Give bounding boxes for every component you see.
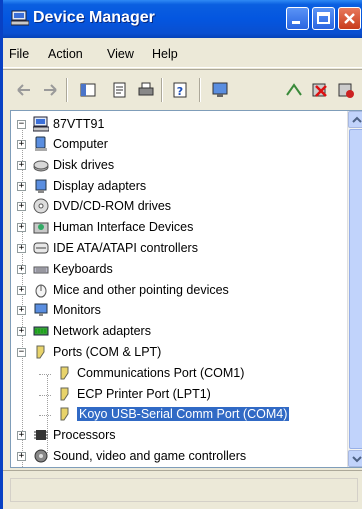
properties-icon[interactable]: [111, 81, 129, 99]
menu-bar: File Action View Help: [3, 38, 362, 68]
toolbar-separator: [66, 78, 68, 102]
sound-icon: [34, 449, 48, 463]
network-adapter-icon: [33, 326, 49, 336]
minimize-icon: [292, 21, 300, 24]
tree-item-label: Disk drives: [53, 157, 115, 172]
disk-drive-icon: [33, 160, 49, 172]
tree-line: [22, 125, 23, 467]
expand-icon[interactable]: +: [17, 431, 26, 441]
device-tree[interactable]: − 87VTT91 + Computer + Disk drives + Display …: [10, 110, 362, 468]
port-icon: [36, 345, 45, 359]
scroll-thumb[interactable]: [349, 129, 362, 449]
expand-icon[interactable]: +: [17, 223, 26, 233]
tree-item-label: Display adapters: [53, 178, 147, 193]
hid-icon: [33, 222, 49, 234]
expand-icon[interactable]: +: [17, 181, 26, 191]
tree-line: [39, 394, 51, 396]
tree-root[interactable]: − 87VTT91: [17, 115, 317, 135]
tree-item-label: Sound, video and game controllers: [53, 449, 247, 463]
uninstall-icon[interactable]: [311, 81, 329, 99]
device-manager-icon: [11, 10, 29, 26]
forward-icon[interactable]: [41, 81, 59, 99]
keyboard-icon: [33, 266, 49, 274]
maximize-button[interactable]: [312, 7, 335, 30]
processor-icon: [34, 430, 48, 441]
collapse-icon[interactable]: −: [17, 120, 26, 129]
monitor-icon: [34, 303, 48, 317]
toolbar-separator: [199, 78, 201, 102]
tree-item-label: Communications Port (COM1): [77, 365, 245, 380]
expand-icon[interactable]: +: [17, 160, 26, 170]
port-icon: [60, 407, 69, 421]
maximize-icon: [317, 12, 330, 24]
expand-icon[interactable]: +: [17, 202, 26, 212]
status-field: [10, 478, 358, 502]
scroll-up-button[interactable]: [348, 111, 362, 128]
tree-item-label: IDE ATA/ATAPI controllers: [53, 241, 198, 255]
tree-item-label: Processors: [53, 428, 116, 443]
back-icon[interactable]: [15, 81, 33, 99]
vertical-scrollbar[interactable]: [347, 111, 362, 467]
menu-action[interactable]: Action: [48, 47, 83, 61]
tree-item-label: DVD/CD-ROM drives: [53, 199, 172, 214]
port-icon: [60, 366, 69, 380]
menu-file[interactable]: File: [9, 47, 29, 61]
toolbar-separator: [161, 78, 163, 102]
port-icon: [60, 387, 69, 401]
close-button[interactable]: [338, 7, 361, 30]
tree-line: [39, 415, 51, 417]
device-manager-window: Device Manager File Action View Help ? −…: [0, 0, 362, 509]
title-bar[interactable]: Device Manager: [3, 0, 362, 38]
tree-item-label: Ports (COM & LPT): [53, 345, 162, 359]
menu-view[interactable]: View: [107, 47, 134, 61]
expand-icon[interactable]: +: [17, 285, 26, 295]
tree-item-label: Koyo USB-Serial Comm Port (COM4): [77, 407, 290, 422]
tree-root-label: 87VTT91: [53, 117, 105, 131]
scan-hardware-icon[interactable]: [211, 81, 229, 99]
computer-icon: [35, 136, 47, 151]
minimize-button[interactable]: [286, 7, 309, 30]
tree-item-label: Computer: [53, 137, 108, 151]
tree-line: [39, 373, 51, 375]
update-driver-icon[interactable]: [285, 81, 303, 99]
tree-item-label: Monitors: [53, 303, 101, 318]
tree-item-label: ECP Printer Port (LPT1): [77, 386, 211, 401]
console-tree-icon[interactable]: [79, 81, 97, 99]
expand-icon[interactable]: +: [17, 452, 26, 461]
close-icon: [344, 13, 355, 24]
print-icon[interactable]: [137, 81, 155, 99]
tree-item-label: Keyboards: [53, 261, 113, 276]
ide-controller-icon: [33, 242, 49, 254]
tree-item-label: Human Interface Devices: [53, 220, 194, 235]
computer-root-icon: [33, 116, 49, 132]
display-adapter-icon: [35, 179, 47, 193]
expand-icon[interactable]: +: [17, 306, 26, 316]
chevron-down-icon: [352, 456, 362, 463]
window-title: Device Manager: [33, 9, 155, 26]
status-bar: [3, 470, 362, 509]
dvd-drive-icon: [33, 198, 49, 214]
chevron-up-icon: [352, 116, 362, 123]
menu-help[interactable]: Help: [152, 47, 178, 61]
expand-icon[interactable]: +: [17, 140, 26, 149]
mouse-icon: [35, 284, 47, 298]
toolbar: ?: [3, 69, 362, 109]
collapse-icon[interactable]: −: [17, 348, 26, 357]
svg-text:?: ?: [177, 85, 183, 98]
tree-item-label: Network adapters: [53, 324, 151, 339]
expand-icon[interactable]: +: [17, 264, 26, 274]
help-icon[interactable]: ?: [171, 81, 189, 99]
disable-icon[interactable]: [337, 81, 355, 99]
tree-item-label: Mice and other pointing devices: [53, 282, 229, 297]
expand-icon[interactable]: +: [17, 327, 26, 337]
expand-icon[interactable]: +: [17, 244, 26, 253]
scroll-down-button[interactable]: [348, 450, 362, 467]
